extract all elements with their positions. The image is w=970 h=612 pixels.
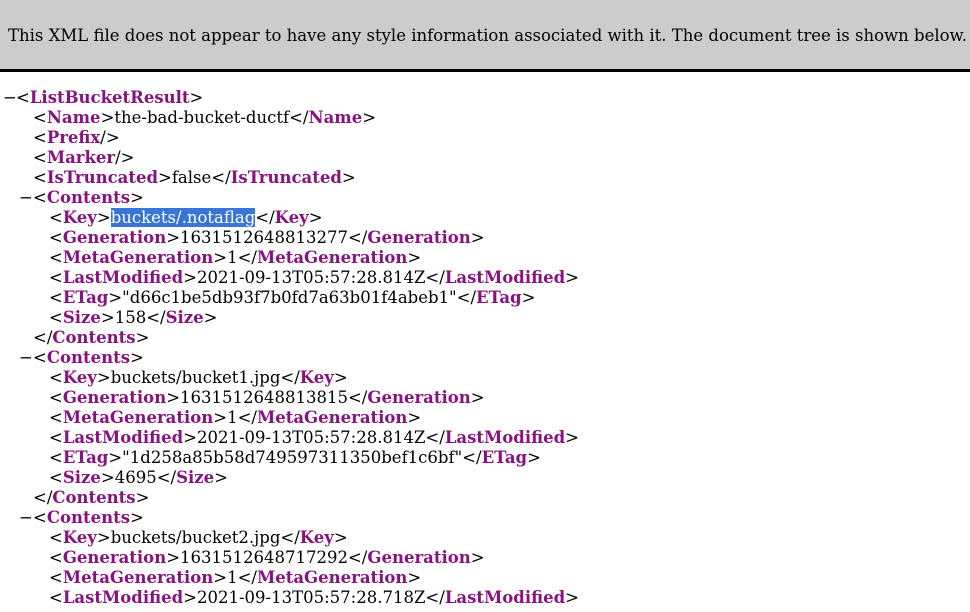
size-element: <Size>4695</Size> [49,468,228,487]
contents-close-line: </Contents> [33,328,150,347]
key-element: <Key>buckets/bucket1.jpg</Key> [49,368,348,387]
size-element: <Size>158</Size> [49,308,218,327]
meta-generation-element: <MetaGeneration>1</MetaGeneration> [49,248,422,267]
xml-info-banner: This XML file does not appear to have an… [0,0,970,72]
last-modified-element: <LastModified>2021-09-13T05:57:28.718Z</… [49,588,579,607]
contents-open-line: − <Contents> [19,508,144,528]
etag-element: <ETag>"d66c1be5db93f7b0fd7a63b01f4abeb1"… [49,288,536,307]
etag-element: <ETag>"1d258a85b58d749597311350bef1c6bf"… [49,448,541,467]
is-truncated-element: <IsTruncated>false</IsTruncated> [33,168,356,187]
marker-element: <Marker/> [33,148,135,167]
xml-info-text: This XML file does not appear to have an… [8,26,967,45]
key-element: <Key>buckets/.notaflag</Key> [49,208,323,227]
generation-element: <Generation>1631512648813277</Generation… [49,228,485,247]
prefix-element: <Prefix/> [33,128,120,147]
root-open-line: − <ListBucketResult> [3,88,204,108]
last-modified-element: <LastModified>2021-09-13T05:57:28.814Z</… [49,428,579,447]
key-element: <Key>buckets/bucket2.jpg</Key> [49,528,348,547]
root-tag-name: ListBucketResult [29,88,190,107]
collapse-toggle-icon[interactable]: − [19,188,33,208]
xml-document-tree: − <ListBucketResult> <Name>the-bad-bucke… [0,88,970,608]
contents-open-line: − <Contents> [19,348,144,368]
collapse-toggle-icon[interactable]: − [3,88,17,108]
name-element: <Name>the-bad-bucket-ductf</Name> [33,108,377,127]
generation-element: <Generation>1631512648717292</Generation… [49,548,485,567]
collapse-toggle-icon[interactable]: − [19,348,33,368]
last-modified-element: <LastModified>2021-09-13T05:57:28.814Z</… [49,268,579,287]
meta-generation-element: <MetaGeneration>1</MetaGeneration> [49,568,422,587]
name-value: the-bad-bucket-ductf [114,108,290,127]
contents-open-line: − <Contents> [19,188,144,208]
collapse-toggle-icon[interactable]: − [19,508,33,528]
generation-element: <Generation>1631512648813815</Generation… [49,388,485,407]
selected-key-value[interactable]: buckets/.notaflag [110,208,256,227]
contents-close-line: </Contents> [33,488,150,507]
is-truncated-value: false [171,168,212,187]
meta-generation-element: <MetaGeneration>1</MetaGeneration> [49,408,422,427]
